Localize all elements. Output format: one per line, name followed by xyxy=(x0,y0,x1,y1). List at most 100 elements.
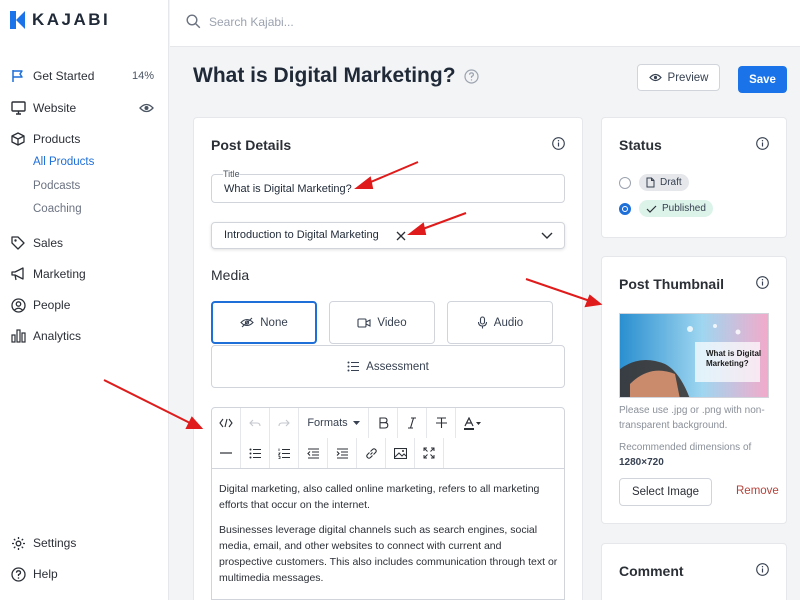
info-icon[interactable] xyxy=(756,276,769,289)
page-title: What is Digital Marketing? xyxy=(193,64,456,87)
editor-toolbar-row-2 xyxy=(212,438,564,468)
sidebar-subitem-all-products[interactable]: All Products xyxy=(33,156,94,168)
sidebar-item-label: Get Started xyxy=(33,69,95,83)
thumbnail-caption: What is Digital Marketing? xyxy=(706,349,762,368)
redo-button[interactable] xyxy=(270,408,299,438)
sidebar-item-label: Marketing xyxy=(33,267,86,281)
search-bar[interactable] xyxy=(186,14,409,29)
megaphone-icon xyxy=(10,266,26,282)
text-color-button[interactable] xyxy=(456,408,489,438)
media-option-label: None xyxy=(260,316,288,329)
comment-heading: Comment xyxy=(619,563,684,579)
status-option-draft[interactable]: Draft xyxy=(619,174,689,191)
sidebar-item-people[interactable]: People xyxy=(10,295,154,315)
gear-icon xyxy=(10,535,26,551)
media-option-label: Audio xyxy=(493,316,524,329)
outdent-button[interactable] xyxy=(299,438,328,468)
chevron-down-icon[interactable] xyxy=(541,232,553,240)
post-thumbnail-heading: Post Thumbnail xyxy=(619,276,724,292)
bold-button[interactable] xyxy=(369,408,398,438)
title-input-value[interactable]: What is Digital Marketing? xyxy=(224,183,352,195)
remove-image-button[interactable]: Remove xyxy=(736,485,779,497)
search-input[interactable] xyxy=(209,14,409,29)
sidebar-item-label: Help xyxy=(33,567,58,581)
topbar xyxy=(170,0,800,47)
list-icon xyxy=(347,361,360,372)
annotation-arrowhead xyxy=(584,294,603,308)
rich-text-editor: Formats Digital marketing, also called o… xyxy=(211,407,565,600)
radio-published[interactable] xyxy=(619,202,631,215)
editor-content[interactable]: Digital marketing, also called online ma… xyxy=(212,468,564,599)
bullet-list-button[interactable] xyxy=(241,438,270,468)
thumbnail-image[interactable]: What is Digital Marketing? xyxy=(619,313,769,398)
status-option-published[interactable]: Published xyxy=(619,200,713,217)
title-field[interactable]: Title What is Digital Marketing? xyxy=(211,169,565,203)
sidebar-item-help[interactable]: Help xyxy=(10,564,154,584)
checkmark-icon xyxy=(646,205,657,213)
box-icon xyxy=(10,131,26,147)
editor-paragraph: Digital marketing, also called online ma… xyxy=(219,483,540,511)
sidebar-subitem-podcasts[interactable]: Podcasts xyxy=(33,180,80,192)
page-header: What is Digital Marketing? xyxy=(193,64,479,88)
dims-value: 1280×720 xyxy=(619,457,664,468)
sidebar-item-website[interactable]: Website xyxy=(10,98,154,118)
monitor-icon xyxy=(10,100,26,116)
kajabi-logo[interactable]: KAJABI xyxy=(10,10,110,30)
media-option-label: Video xyxy=(377,316,407,329)
question-help-icon[interactable] xyxy=(463,68,479,84)
sidebar-item-marketing[interactable]: Marketing xyxy=(10,264,154,284)
sidebar-item-label: Sales xyxy=(33,236,64,250)
editor-paragraph: Businesses leverage digital channels suc… xyxy=(219,524,558,584)
person-icon xyxy=(10,297,26,313)
status-heading: Status xyxy=(619,137,662,153)
formats-dropdown[interactable]: Formats xyxy=(299,408,369,438)
eye-icon[interactable] xyxy=(139,103,154,113)
caret-down-icon xyxy=(352,421,360,425)
sidebar-item-label: Settings xyxy=(33,536,77,550)
sidebar-subitem-coaching[interactable]: Coaching xyxy=(33,203,82,215)
video-camera-icon xyxy=(357,317,371,328)
info-icon[interactable] xyxy=(756,563,769,576)
title-field-label: Title xyxy=(223,169,240,179)
info-icon[interactable] xyxy=(756,137,769,150)
category-select[interactable]: Introduction to Digital Marketing xyxy=(211,222,565,249)
kajabi-k-icon xyxy=(10,11,25,29)
radio-draft[interactable] xyxy=(619,176,631,189)
sidebar-item-settings[interactable]: Settings xyxy=(10,533,154,553)
sidebar-item-sales[interactable]: Sales xyxy=(10,233,154,253)
code-view-button[interactable] xyxy=(212,408,241,438)
post-details-heading: Post Details xyxy=(211,137,292,153)
sidebar-item-label: People xyxy=(33,298,71,312)
draft-label: Draft xyxy=(660,177,682,188)
help-icon xyxy=(10,566,26,582)
link-button[interactable] xyxy=(357,438,386,468)
media-option-assessment[interactable]: Assessment xyxy=(211,345,565,388)
sidebar-item-products[interactable]: Products xyxy=(10,129,154,149)
close-icon[interactable] xyxy=(396,231,406,241)
media-option-none[interactable]: None xyxy=(211,301,317,344)
category-selected-value: Introduction to Digital Marketing xyxy=(224,229,379,241)
preview-button[interactable]: Preview xyxy=(637,64,720,91)
fullscreen-button[interactable] xyxy=(415,438,444,468)
flag-icon xyxy=(10,68,26,84)
media-heading: Media xyxy=(211,267,250,283)
media-option-audio[interactable]: Audio xyxy=(447,301,553,344)
media-option-video[interactable]: Video xyxy=(329,301,435,344)
select-image-button[interactable]: Select Image xyxy=(619,478,712,506)
italic-button[interactable] xyxy=(398,408,427,438)
numbered-list-button[interactable] xyxy=(270,438,299,468)
horizontal-rule-button[interactable] xyxy=(212,438,241,468)
bar-chart-icon xyxy=(10,328,26,344)
thumbnail-help-text: Please use .jpg or .png with non-transpa… xyxy=(619,405,765,431)
undo-button[interactable] xyxy=(241,408,270,438)
dims-label: Recommended dimensions of xyxy=(619,442,752,453)
indent-button[interactable] xyxy=(328,438,357,468)
sidebar-item-analytics[interactable]: Analytics xyxy=(10,326,154,346)
save-button[interactable]: Save xyxy=(738,66,787,93)
strikethrough-button[interactable] xyxy=(427,408,456,438)
document-icon xyxy=(646,177,655,188)
image-button[interactable] xyxy=(386,438,415,468)
search-icon xyxy=(186,14,201,29)
sidebar-item-get-started[interactable]: Get Started 14% xyxy=(10,66,154,86)
info-icon[interactable] xyxy=(552,137,565,150)
